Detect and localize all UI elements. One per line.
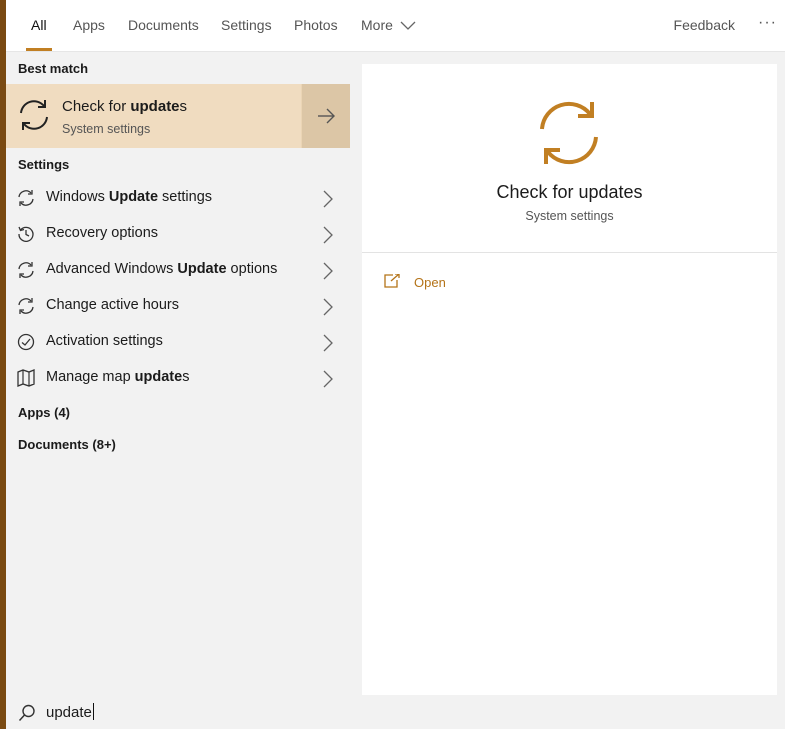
divider [362, 252, 777, 253]
chevron-right-icon [323, 262, 333, 280]
search-bar: update [6, 695, 785, 729]
chevron-down-icon [400, 21, 416, 31]
tab-apps[interactable]: Apps [73, 0, 105, 51]
tab-more[interactable]: More [361, 0, 416, 51]
chevron-right-icon [323, 370, 333, 388]
history-icon [18, 226, 34, 242]
map-icon [17, 369, 35, 387]
tab-more-label: More [361, 17, 393, 33]
apps-group-header[interactable]: Apps (4) [18, 405, 70, 420]
refresh-icon [18, 190, 34, 206]
tab-photos[interactable]: Photos [294, 0, 338, 51]
setting-manage-map-updates[interactable]: Manage map updates [6, 360, 350, 396]
more-options-button[interactable]: ··· [758, 0, 777, 46]
search-icon [18, 704, 35, 722]
open-label: Open [414, 275, 446, 290]
documents-group-header[interactable]: Documents (8+) [18, 437, 116, 452]
check-circle-icon [17, 333, 35, 351]
refresh-icon [540, 101, 598, 165]
search-input[interactable]: update [46, 703, 446, 723]
text-caret [92, 703, 94, 720]
best-match-heading: Best match [18, 61, 89, 76]
chevron-right-icon [323, 298, 333, 316]
setting-recovery-options[interactable]: Recovery options [6, 216, 350, 252]
settings-heading: Settings [18, 157, 70, 172]
best-match-item[interactable]: Check for updates System settings [6, 84, 350, 148]
tab-settings[interactable]: Settings [221, 0, 272, 51]
chevron-right-icon [323, 226, 333, 244]
open-external-icon [384, 274, 400, 288]
open-preview-button[interactable] [301, 84, 350, 148]
setting-label: Change active hours [46, 297, 179, 313]
detail-card: Check for updates System settings Open [362, 64, 777, 695]
detail-subtitle: System settings [525, 209, 614, 223]
setting-label: Advanced Windows Update options [46, 261, 278, 277]
setting-label: Activation settings [46, 333, 163, 349]
feedback-button[interactable]: Feedback [674, 0, 735, 51]
setting-windows-update-settings[interactable]: Windows Update settings [6, 180, 350, 216]
tab-all[interactable]: All [26, 0, 52, 51]
setting-label: Recovery options [46, 225, 159, 241]
search-tabs-bar: All Apps Documents Settings Photos More … [6, 0, 785, 52]
setting-label: Manage map updates [46, 369, 190, 385]
setting-advanced-windows-update-options[interactable]: Advanced Windows Update options [6, 252, 350, 288]
best-match-title: Check for updates [62, 98, 188, 115]
setting-label: Windows Update settings [46, 189, 213, 205]
results-panel: Best match Check for updates System sett… [6, 52, 350, 695]
setting-activation-settings[interactable]: Activation settings [6, 324, 350, 360]
tab-documents[interactable]: Documents [128, 0, 199, 51]
setting-change-active-hours[interactable]: Change active hours [6, 288, 350, 324]
chevron-right-icon [323, 334, 333, 352]
refresh-icon [18, 298, 34, 314]
refresh-icon [18, 262, 34, 278]
detail-title: Check for updates [496, 182, 643, 202]
search-query: update [46, 704, 92, 721]
arrow-right-icon [318, 108, 335, 124]
refresh-icon [20, 100, 48, 130]
best-match-subtitle: System settings [62, 122, 151, 136]
chevron-right-icon [323, 190, 333, 208]
